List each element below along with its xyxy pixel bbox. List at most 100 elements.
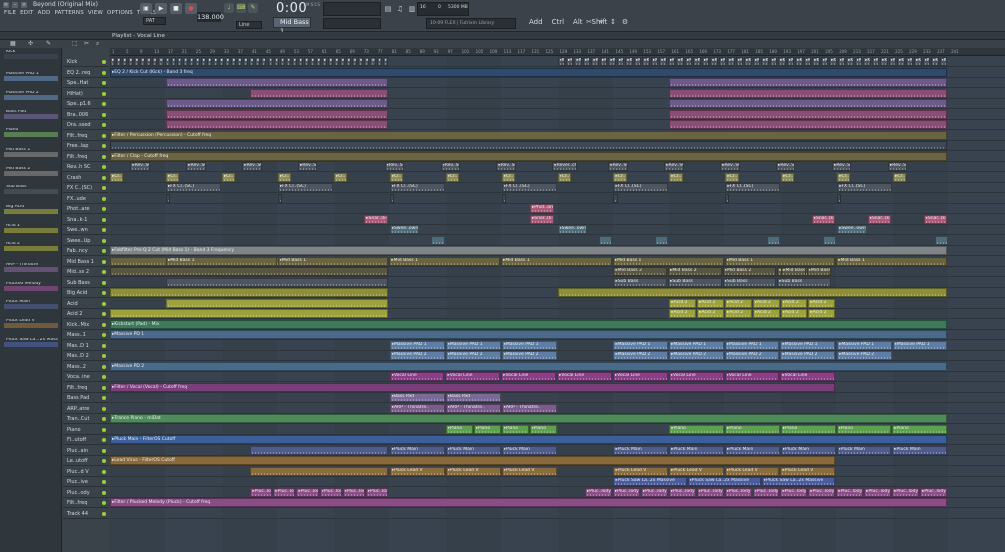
pattern-clip[interactable]: ▸FX Cl..(SC) — [725, 183, 781, 192]
pattern-clip[interactable] — [431, 235, 445, 245]
pattern-clip[interactable] — [613, 193, 618, 203]
track-header[interactable]: Voca..ine — [63, 372, 109, 382]
track-lane[interactable]: ▸Kick▸Kick▸Kick▸Kick▸Kick▸Kick▸Kick▸Kick… — [110, 57, 1005, 67]
pattern-clip[interactable]: ▸Bass Pad — [389, 393, 445, 402]
pattern-clip[interactable]: ▸Kick — [188, 57, 194, 66]
track-header[interactable]: FX..ude — [63, 194, 109, 204]
track-lane[interactable]: ▸Filter / Clap - Cutoff freq — [110, 151, 1005, 162]
pattern-clip[interactable]: ▸Kick — [599, 57, 608, 66]
track-lane[interactable] — [110, 235, 1005, 246]
pattern-clip[interactable]: ▸Acid 2 — [724, 309, 752, 318]
pattern-clip[interactable]: ▸Vocal Line — [445, 372, 501, 381]
pattern-clip[interactable]: ▸Sub Bass — [668, 277, 722, 287]
pattern-clip[interactable]: ▸Massive PAD 2 — [389, 351, 445, 360]
pattern-clip[interactable]: ▸Kick — [769, 57, 778, 66]
pattern-clip[interactable]: ▸Pluc..lody — [668, 487, 696, 497]
pattern-clip[interactable] — [110, 309, 388, 318]
pattern-clip[interactable]: ▸Cr.. — [837, 172, 851, 182]
pattern-clip[interactable]: ▸Kick — [146, 57, 152, 66]
pattern-clip[interactable]: ▸Pluc..lody — [808, 487, 836, 497]
track-enable-icon[interactable] — [102, 469, 106, 474]
pattern-clip[interactable]: ▸Mid Bass 1 — [612, 256, 724, 266]
pattern-clip[interactable]: ▸Pluc..lody — [836, 487, 864, 497]
slice-tool-icon[interactable]: ✂ — [84, 40, 89, 48]
track-lane[interactable] — [110, 288, 1005, 298]
track-header[interactable]: Spe..p1.6 — [63, 99, 109, 109]
browser-item[interactable]: Acid 2 — [4, 242, 58, 251]
pattern-clip[interactable]: ▸Kick — [243, 57, 249, 66]
track-header[interactable]: Bra..006 — [63, 110, 109, 120]
pattern-clip[interactable]: ▸Kick — [684, 57, 693, 66]
pattern-clip[interactable]: ▸Kick — [261, 57, 267, 66]
pattern-clip[interactable]: ▸Kick — [888, 57, 897, 66]
track-enable-icon[interactable] — [102, 228, 106, 232]
track-enable-icon[interactable] — [102, 343, 106, 348]
play-icon[interactable]: ▶ — [155, 3, 167, 14]
pattern-clip[interactable]: ▸Pluck Main — [780, 445, 836, 455]
pattern-clip[interactable]: ▸Pluck Main — [669, 445, 724, 455]
pattern-clip[interactable]: ▸Cr.. — [781, 172, 795, 182]
pattern-clip[interactable]: ▸Pluc..lody — [250, 487, 273, 497]
pattern-clip[interactable]: ▸Kick — [761, 57, 769, 66]
automation-clip[interactable]: ▸Massive PD 1 — [110, 330, 948, 339]
pattern-clip[interactable]: ▸Pluck Main — [445, 445, 501, 455]
track-enable-icon[interactable] — [102, 102, 106, 106]
track-header[interactable]: Free..lap — [63, 141, 109, 151]
pattern-clip[interactable]: ▸Rev..SC — [776, 162, 796, 171]
close-icon[interactable]: × — [21, 1, 27, 8]
track-enable-icon[interactable] — [102, 60, 106, 64]
pattern-clip[interactable]: ▸Acid 2 — [752, 298, 780, 308]
pattern-clip[interactable] — [599, 235, 613, 245]
pattern-clip[interactable]: ▸Rev..SC — [664, 162, 684, 171]
pattern-clip[interactable]: ▸Kick — [914, 57, 922, 66]
pattern-clip[interactable]: ▸Rev..SC — [608, 162, 628, 171]
pattern-clip[interactable]: ▸Swee..own — [389, 225, 420, 234]
record-icon[interactable]: ● — [185, 3, 197, 14]
pattern-clip[interactable]: ▸Kick — [863, 57, 871, 66]
pattern-clip[interactable]: ▸Massive PAD 1 — [780, 340, 836, 350]
track-enable-icon[interactable] — [102, 217, 106, 222]
track-enable-icon[interactable] — [102, 448, 106, 453]
track-enable-icon[interactable] — [102, 207, 106, 211]
pattern-clip[interactable] — [165, 298, 388, 308]
pattern-clip[interactable]: ▸Mid Bass 2 — [722, 267, 777, 276]
track-header[interactable]: Fab..ncy — [63, 246, 109, 256]
pattern-clip[interactable]: ▸Snar..(k-1 — [364, 214, 388, 224]
pattern-clip[interactable]: ▸Massive PAD 1 — [445, 340, 501, 350]
pattern-clip[interactable]: ▸Kick — [744, 57, 752, 66]
track-enable-icon[interactable] — [102, 333, 106, 337]
pattern-clip[interactable]: ▸Snar..(k-1 — [530, 214, 555, 224]
track-enable-icon[interactable] — [102, 354, 106, 358]
pattern-clip[interactable]: ▸Kick — [158, 57, 164, 66]
pattern-clip[interactable]: ▸Massive PAD 1 — [501, 340, 557, 350]
track-header[interactable]: Filt..freq — [63, 131, 109, 141]
pattern-clip[interactable]: ▸Kick — [565, 57, 574, 66]
pattern-clip[interactable]: ▸Kick — [667, 57, 676, 66]
pattern-clip[interactable]: ▸Kick — [219, 57, 225, 66]
pattern-clip[interactable]: ▸Pluck Main — [836, 445, 892, 455]
pattern-clip[interactable]: ▸Pluck Lead V — [669, 466, 724, 476]
track-enable-icon[interactable] — [102, 396, 106, 400]
track-header[interactable]: Acid 2 — [63, 309, 109, 319]
track-lane[interactable] — [110, 88, 1005, 99]
pattern-clip[interactable]: ▸Acid 2 — [697, 309, 724, 318]
pattern-clip[interactable]: ▸Mid Bass 2 — [668, 267, 722, 276]
pattern-clip[interactable]: ▸Kick — [140, 57, 146, 66]
track-lane[interactable] — [110, 99, 1005, 109]
pattern-clip[interactable]: ▸Kick — [846, 57, 854, 66]
alt-button[interactable]: Alt — [571, 18, 584, 26]
track-header[interactable]: Pluc..ive — [63, 477, 109, 487]
cut-icon[interactable]: ✂ — [585, 18, 593, 27]
pattern-clip[interactable]: ▸Phot..are — [530, 204, 555, 213]
automation-clip[interactable]: ▸Filter / Clap - Cutoff freq — [110, 151, 948, 161]
browser-item[interactable]: Mid Bass 1 — [4, 148, 58, 157]
track-lane[interactable]: ▸Filter / Vocal (Vocal) - Cutoff freq — [110, 382, 1005, 393]
pattern-clip[interactable]: ▸Pluc..lody — [724, 487, 752, 497]
browser-item[interactable]: Piano — [4, 128, 58, 137]
pattern-clip[interactable]: ▸Rev..SC — [298, 162, 318, 171]
pattern-clip[interactable]: ▸Kick — [164, 57, 170, 66]
pattern-clip[interactable]: ▸Vocal Line — [501, 372, 557, 381]
pattern-clip[interactable]: ▸Pluck Lead V — [780, 466, 836, 476]
track-enable-icon[interactable] — [102, 238, 106, 243]
pattern-clip[interactable]: ▸Acid 2 — [669, 298, 697, 308]
